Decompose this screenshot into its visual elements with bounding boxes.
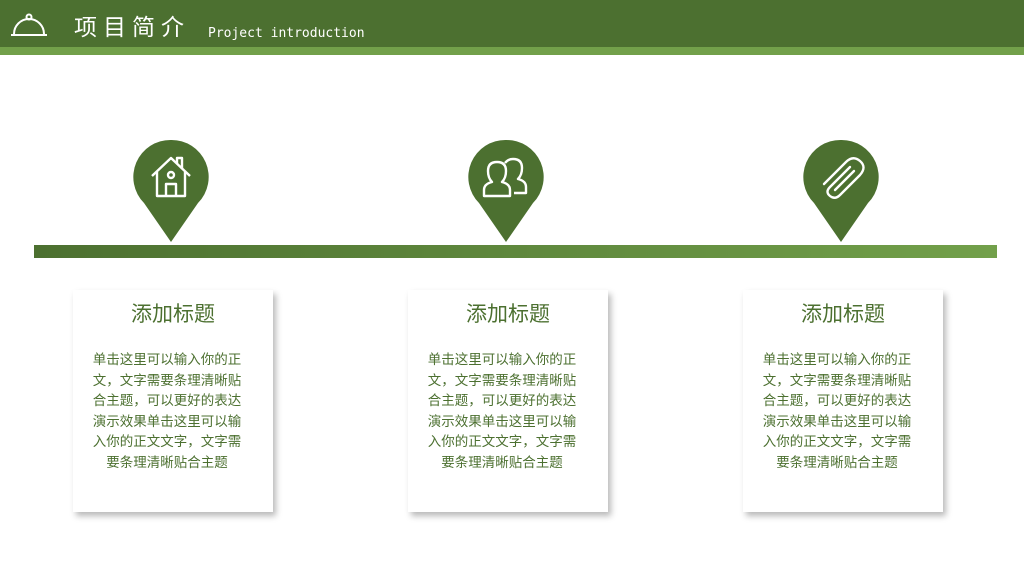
timeline-bar [34,245,997,258]
card-title: 添加标题 [131,302,215,326]
content-card-1: 添加标题 单击这里可以输入你的正文，文字需要条理清晰贴合主题，可以更好的表达演示… [73,290,273,512]
card-body: 单击这里可以输入你的正文，文字需要条理清晰贴合主题，可以更好的表达演示效果单击这… [762,352,912,471]
cloche-icon [11,13,47,36]
card-title: 添加标题 [466,302,550,326]
content-card-2: 添加标题 单击这里可以输入你的正文，文字需要条理清晰贴合主题，可以更好的表达演示… [408,290,608,512]
pin-marker-3 [802,138,880,244]
header-stripe [0,47,1024,55]
pin-marker-2 [467,138,545,244]
page-subtitle: Project introduction [208,26,365,41]
card-title: 添加标题 [801,302,885,326]
card-body: 单击这里可以输入你的正文，文字需要条理清晰贴合主题，可以更好的表达演示效果单击这… [92,352,242,471]
content-card-3: 添加标题 单击这里可以输入你的正文，文字需要条理清晰贴合主题，可以更好的表达演示… [743,290,943,512]
pin-marker-1 [132,138,210,244]
page-title: 项目简介 [74,15,190,41]
card-body: 单击这里可以输入你的正文，文字需要条理清晰贴合主题，可以更好的表达演示效果单击这… [427,352,577,471]
